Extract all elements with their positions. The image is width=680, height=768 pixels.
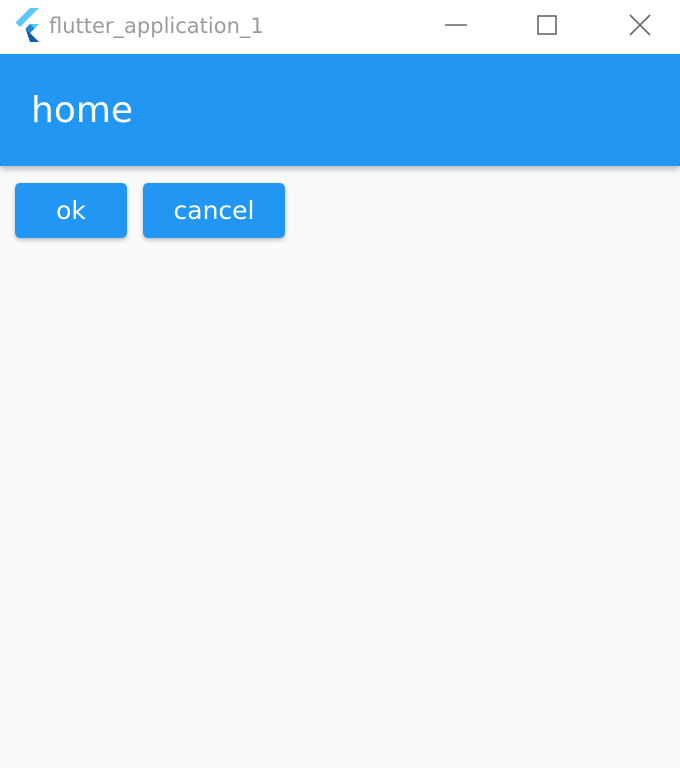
close-button[interactable] — [617, 0, 663, 50]
window-titlebar: flutter_application_1 — [0, 0, 680, 54]
maximize-icon — [537, 15, 557, 35]
window-title: flutter_application_1 — [49, 14, 264, 38]
minimize-icon — [445, 24, 467, 26]
minimize-button[interactable] — [433, 0, 479, 50]
close-icon — [629, 14, 651, 36]
page-body: ok cancel — [0, 166, 680, 768]
app-bar: home — [0, 54, 680, 166]
flutter-logo-icon — [14, 8, 42, 42]
ok-button[interactable]: ok — [15, 183, 127, 238]
cancel-button[interactable]: cancel — [143, 183, 285, 238]
page-title: home — [31, 90, 134, 131]
maximize-button[interactable] — [524, 0, 570, 50]
